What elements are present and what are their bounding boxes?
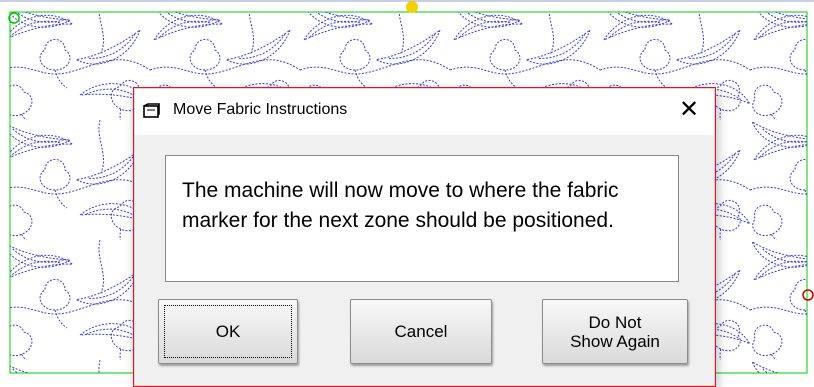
move-fabric-dialog: Move Fabric Instructions ✕ The machine w… [133,87,716,387]
needle-position-icon [406,1,418,13]
ok-button-label: OK [215,322,241,341]
close-icon: ✕ [678,96,700,123]
cancel-button[interactable]: Cancel [350,299,492,364]
do-not-show-again-button[interactable]: Do Not Show Again [542,299,688,364]
dialog-titlebar[interactable]: Move Fabric Instructions ✕ [135,89,714,135]
close-button[interactable]: ✕ [674,95,704,125]
app-window-icon [143,103,160,118]
cancel-button-label: Cancel [394,322,448,341]
ok-button[interactable]: OK [158,299,298,364]
do-not-show-again-label: Do Not Show Again [570,312,660,351]
dialog-title: Move Fabric Instructions [173,101,348,118]
instruction-message: The machine will now move to where the f… [165,155,679,282]
